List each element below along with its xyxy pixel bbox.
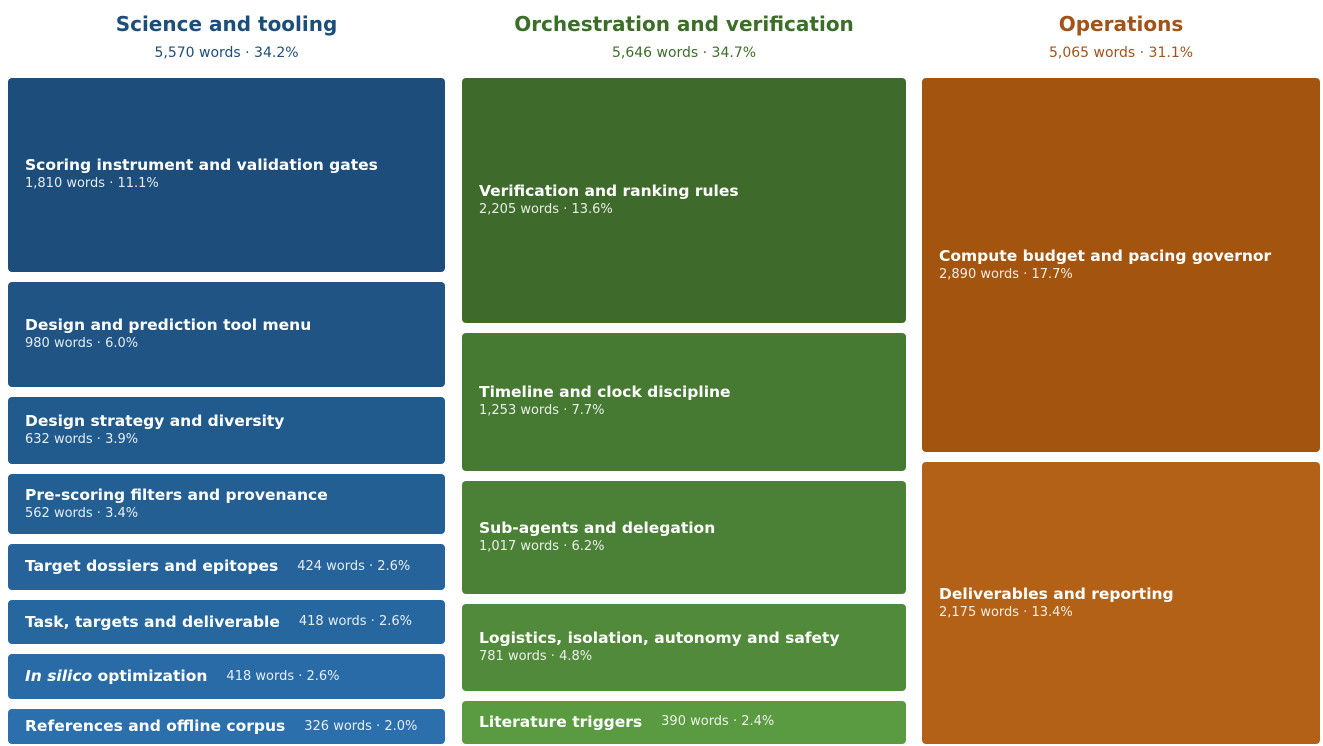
tile-label: Literature triggers [479,712,643,731]
tile-verification-and-ranking-rules: Verification and ranking rules 2,205 word… [462,78,906,323]
tile-stats: 2,890 words · 17.7% [939,266,1073,282]
tile-label: Task, targets and deliverable [25,612,280,631]
tile-timeline-and-clock-discipline: Timeline and clock discipline 1,253 words… [462,332,906,472]
tile-references-and-offline-corpus: References and offline corpus 326 words ·… [8,709,445,744]
tile-label-rest: optimization [92,667,208,686]
tile-label: Scoring instrument and validation gates [25,156,378,175]
tile-stats: 1,253 words · 7.7% [479,403,605,419]
group-summary: 5,570 words · 34.2% [154,45,299,61]
tile-stats: 1,017 words · 6.2% [479,539,605,555]
tile-literature-triggers: Literature triggers 390 words · 2.4% [462,700,906,744]
tile-stats: 2,205 words · 13.6% [479,201,613,217]
tile-stats: 418 words · 2.6% [226,668,340,684]
tile-design-strategy-and-diversity: Design strategy and diversity 632 words ·… [8,396,445,465]
tile-label: Verification and ranking rules [479,181,739,200]
tile-stats: 1,810 words · 11.1% [25,176,159,192]
tile-label: Deliverables and reporting [939,584,1174,603]
tile-deliverables-and-reporting: Deliverables and reporting 2,175 words · … [922,462,1320,744]
tile-label: Design strategy and diversity [25,411,285,430]
tile-stats: 632 words · 3.9% [25,431,139,447]
tile-label: Pre-scoring filters and provenance [25,485,328,504]
tile-sub-agents-and-delegation: Sub-agents and delegation 1,017 words · 6… [462,481,906,595]
tile-label-italic: In silico [25,667,93,686]
tile-in-silico-optimization: In silico optimization 418 words · 2.6% [8,654,445,700]
tile-stats: 781 words · 4.8% [479,648,593,664]
group-header-science-and-tooling: Science and tooling 5,570 words · 34.2% [8,8,445,66]
group-title: Science and tooling [115,12,338,36]
tile-stats: 418 words · 2.6% [298,614,412,630]
tile-label: References and offline corpus [25,717,286,736]
tile-logistics-isolation-autonomy-and-safety: Logistics, isolation, autonomy and safet… [462,604,906,691]
tile-label: Logistics, isolation, autonomy and safet… [479,628,840,647]
tile-pre-scoring-filters-and-provenance: Pre-scoring filters and provenance 562 wo… [8,474,445,535]
tile-label: In silico optimization [25,667,207,686]
group-title: Operations [1058,12,1184,36]
tile-compute-budget-and-pacing-governor: Compute budget and pacing governor 2,890 … [922,78,1320,453]
group-header-orchestration-and-verification: Orchestration and verification 5,646 word… [462,8,906,66]
group-title: Orchestration and verification [514,12,854,36]
tile-scoring-instrument-and-validation-gates: Scoring instrument and validation gates 1… [8,78,445,272]
tile-stats: 326 words · 2.0% [304,718,418,734]
tile-label: Sub-agents and delegation [479,519,716,538]
tile-design-and-prediction-tool-menu: Design and prediction tool menu 980 words… [8,281,445,387]
group-header-operations: Operations 5,065 words · 31.1% [922,8,1320,66]
tile-stats: 562 words · 3.4% [25,505,139,521]
group-summary: 5,065 words · 31.1% [1048,45,1194,61]
tile-label: Target dossiers and epitopes [25,557,279,576]
tile-task-targets-and-deliverable: Task, targets and deliverable 418 words ·… [8,599,445,645]
tile-label: Compute budget and pacing governor [939,246,1272,265]
tile-target-dossiers-and-epitopes: Target dossiers and epitopes 424 words · … [8,544,445,590]
tile-stats: 390 words · 2.4% [661,714,775,730]
tile-label: Timeline and clock discipline [479,383,731,402]
tile-label: Design and prediction tool menu [25,315,312,334]
tile-stats: 980 words · 6.0% [25,335,139,351]
tile-stats: 424 words · 2.6% [297,558,411,574]
tile-stats: 2,175 words · 13.4% [939,604,1073,620]
group-summary: 5,646 words · 34.7% [611,45,757,61]
